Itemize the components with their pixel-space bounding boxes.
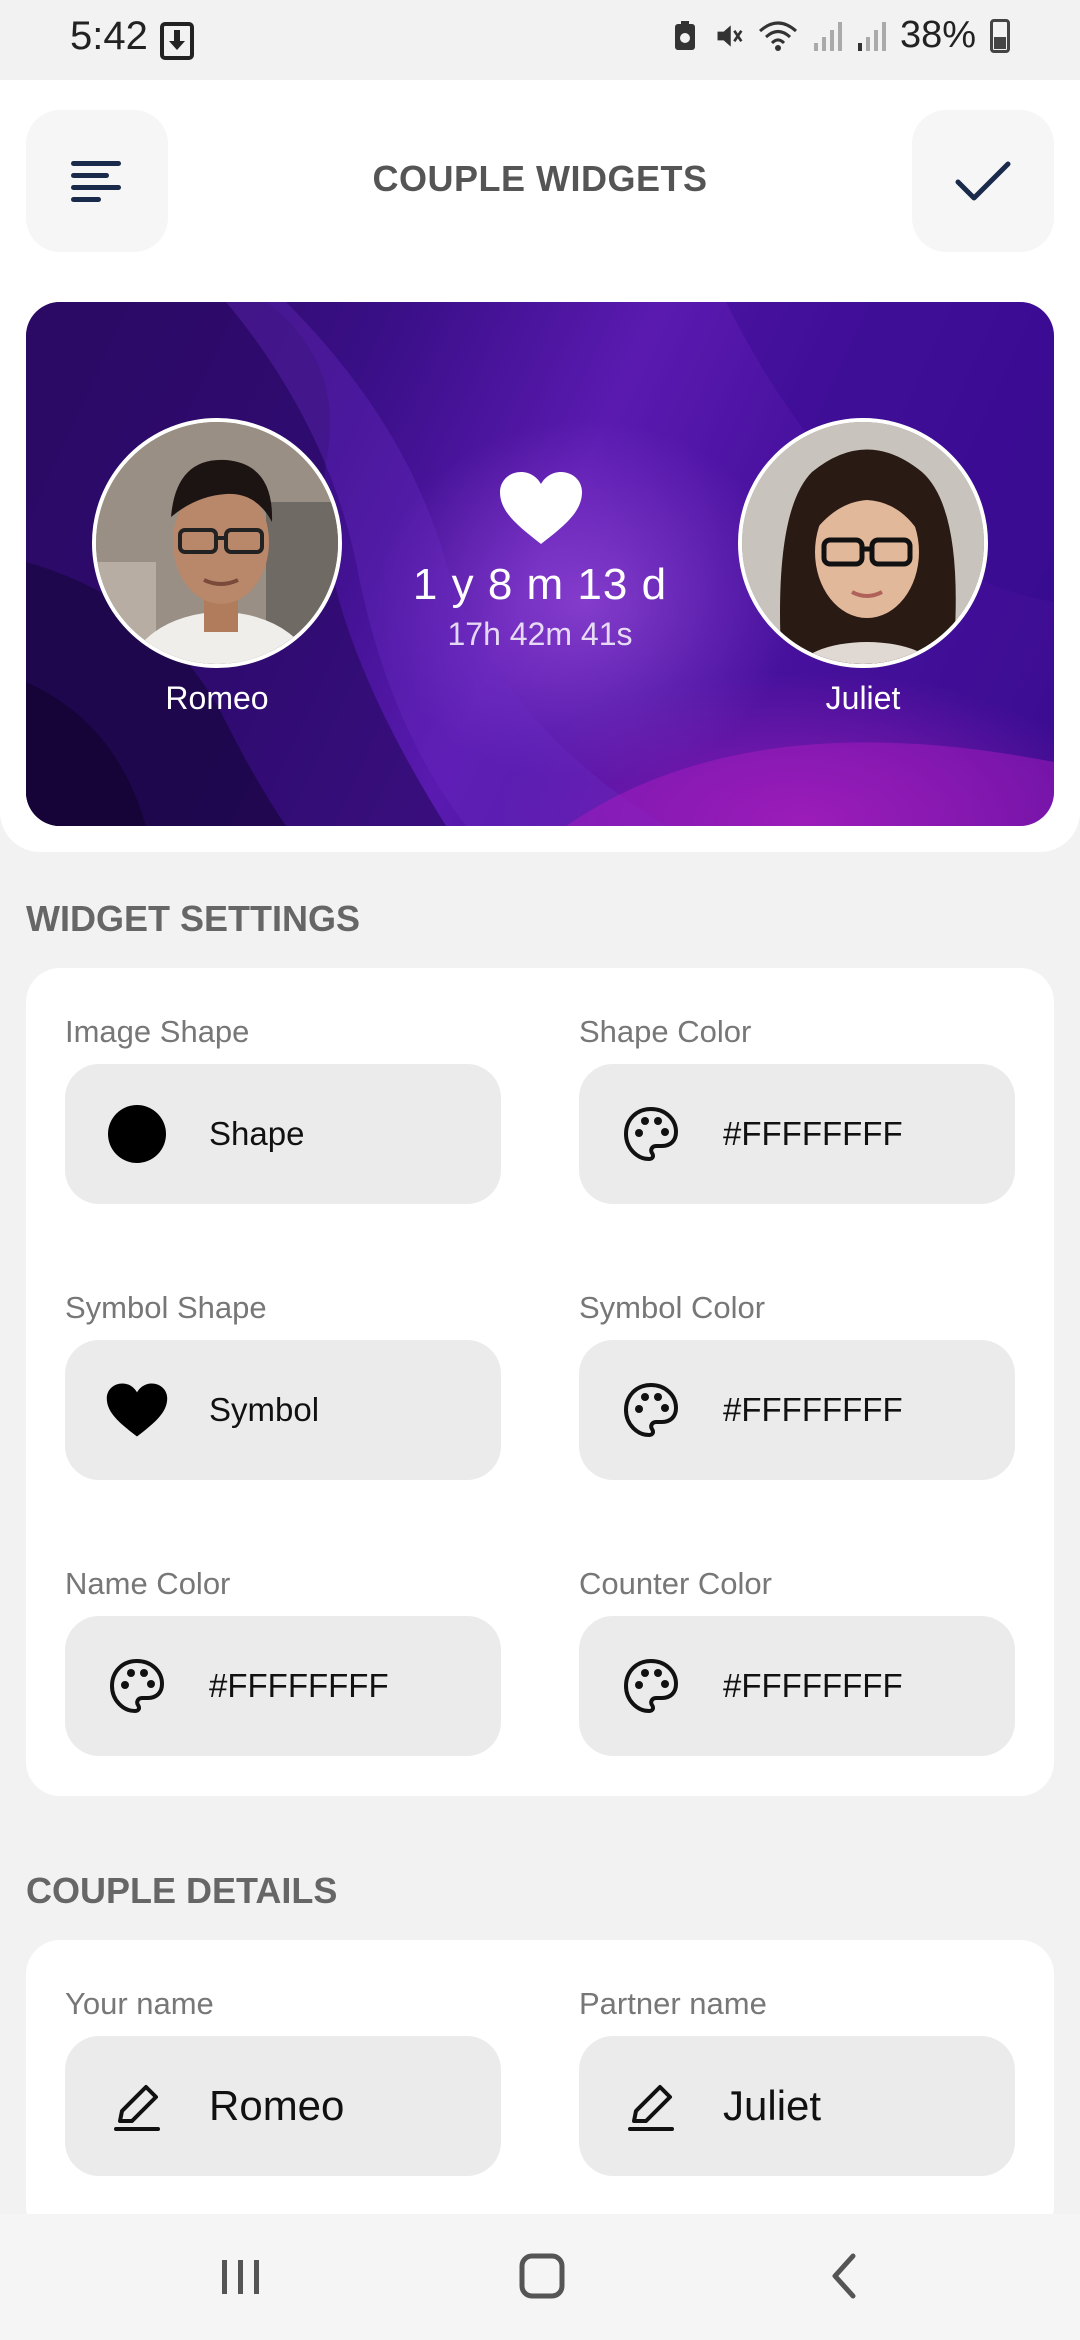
avatar-right[interactable] (738, 418, 988, 668)
recents-icon[interactable] (210, 2246, 270, 2306)
your-name-field[interactable]: Romeo (65, 2036, 501, 2176)
home-icon[interactable] (512, 2246, 572, 2306)
status-icons: 38% (670, 14, 1010, 57)
heart-icon (500, 472, 582, 544)
symbol-shape-field[interactable]: Symbol (65, 1340, 501, 1480)
palette-icon (623, 1382, 679, 1438)
download-icon (160, 22, 194, 60)
status-bar: 5:42 38% (0, 0, 1080, 80)
pencil-icon (628, 2085, 674, 2131)
name-color-field[interactable]: #FFFFFFFF (65, 1616, 501, 1756)
counter-color-value: #FFFFFFFF (723, 1667, 903, 1704)
palette-icon (623, 1658, 679, 1714)
symbol-shape-label: Symbol Shape (65, 1290, 267, 1325)
partner-name-input: Juliet (723, 2082, 822, 2129)
image-shape-label: Image Shape (65, 1014, 250, 1049)
counter-color-label: Counter Color (579, 1566, 772, 1601)
preview-name-right: Juliet (825, 680, 901, 716)
widget-settings-card: Image Shape Shape Shape Color #FFFFFFFF … (26, 968, 1054, 1796)
status-time: 5:42 (70, 14, 148, 58)
battery-saver-icon (674, 20, 695, 50)
couple-details-title: COUPLE DETAILS (26, 1870, 338, 1911)
preview-name-left: Romeo (165, 680, 269, 716)
partner-name-label: Partner name (579, 1986, 767, 2021)
symbol-color-field[interactable]: #FFFFFFFF (579, 1340, 1015, 1480)
palette-icon (109, 1658, 165, 1714)
back-icon[interactable] (815, 2246, 875, 2306)
heart-icon (106, 1383, 168, 1437)
confirm-button[interactable] (912, 110, 1054, 252)
widget-settings-title: WIDGET SETTINGS (26, 898, 361, 939)
circle-shape-icon (108, 1105, 166, 1163)
shape-color-label: Shape Color (579, 1014, 752, 1049)
symbol-color-value: #FFFFFFFF (723, 1391, 903, 1428)
pencil-icon (114, 2085, 160, 2131)
signal-icon (857, 21, 886, 51)
shape-color-field[interactable]: #FFFFFFFF (579, 1064, 1015, 1204)
mute-icon (717, 24, 743, 47)
name-color-label: Name Color (65, 1566, 231, 1601)
person-photo (742, 422, 984, 664)
your-name-input: Romeo (209, 2082, 345, 2129)
wifi-icon (758, 21, 797, 51)
widget-preview[interactable]: Romeo 1 y 8 m 13 d 17h 42m 41s Juliet (26, 302, 1054, 826)
battery-percent: 38% (899, 14, 976, 56)
palette-icon (623, 1106, 679, 1162)
signal-icon (813, 21, 842, 51)
counter-color-field[interactable]: #FFFFFFFF (579, 1616, 1015, 1756)
shape-color-value: #FFFFFFFF (723, 1115, 903, 1152)
symbol-color-label: Symbol Color (579, 1290, 766, 1325)
partner-name-field[interactable]: Juliet (579, 2036, 1015, 2176)
name-color-value: #FFFFFFFF (209, 1667, 389, 1704)
image-shape-value: Shape (209, 1115, 305, 1152)
your-name-label: Your name (65, 1986, 214, 2021)
couple-details-card: Your name Romeo Partner name Juliet (26, 1940, 1054, 2240)
symbol-shape-value: Symbol (209, 1391, 320, 1428)
battery-icon (990, 18, 1010, 53)
check-icon (955, 161, 1011, 201)
image-shape-field[interactable]: Shape (65, 1064, 501, 1204)
system-nav-bar (0, 2214, 1080, 2340)
